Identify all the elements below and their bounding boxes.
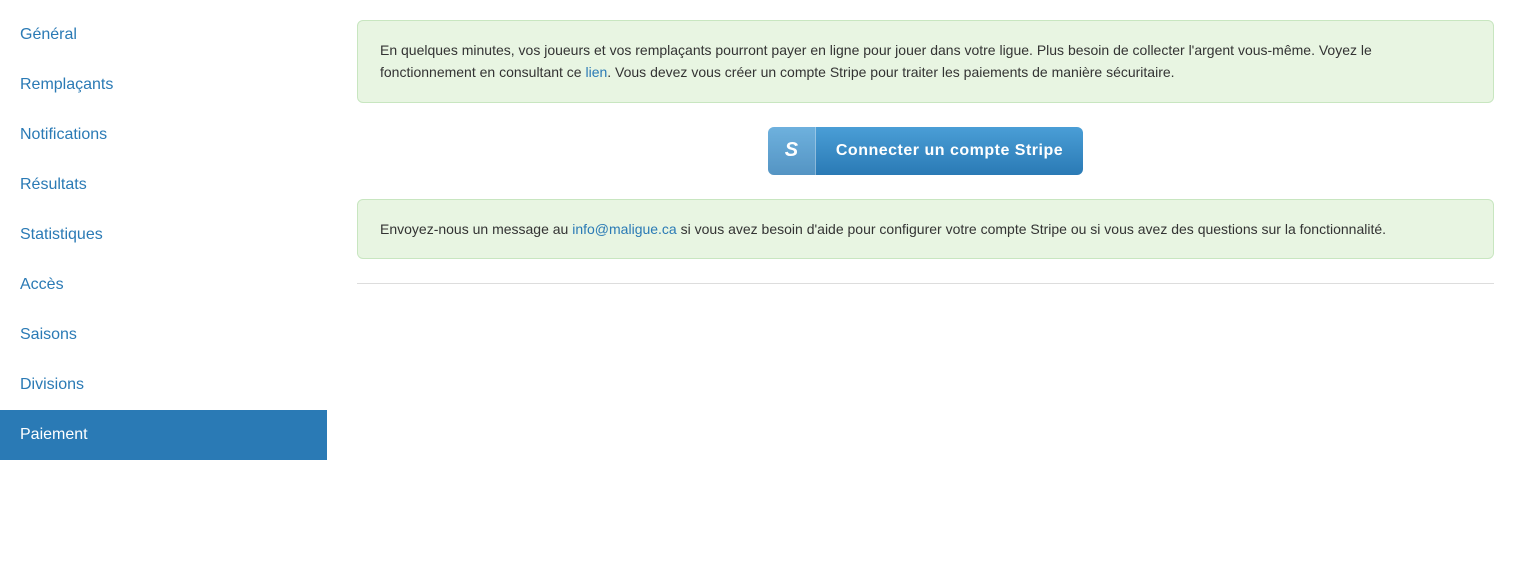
info-box-2: Envoyez-nous un message au info@maligue.… (357, 199, 1494, 259)
info-box-1: En quelques minutes, vos joueurs et vos … (357, 20, 1494, 103)
stripe-icon: S (768, 127, 816, 175)
sidebar-item-notifications[interactable]: Notifications (0, 110, 327, 160)
main-content: En quelques minutes, vos joueurs et vos … (327, 0, 1524, 576)
info-text-before-link-2: Envoyez-nous un message au (380, 221, 572, 237)
sidebar: GénéralRemplaçantsNotificationsRésultats… (0, 0, 327, 576)
stripe-button-container: S Connecter un compte Stripe (357, 127, 1494, 175)
info-text-after-link-2: si vous avez besoin d'aide pour configur… (677, 221, 1386, 237)
info-link-1[interactable]: lien (585, 64, 607, 80)
sidebar-item-remplacants[interactable]: Remplaçants (0, 60, 327, 110)
sidebar-item-divisions[interactable]: Divisions (0, 360, 327, 410)
page-divider (357, 283, 1494, 284)
sidebar-item-resultats[interactable]: Résultats (0, 160, 327, 210)
info-text-after-link-1: . Vous devez vous créer un compte Stripe… (607, 64, 1174, 80)
sidebar-item-paiement[interactable]: Paiement (0, 410, 327, 460)
sidebar-item-statistiques[interactable]: Statistiques (0, 210, 327, 260)
stripe-button-label: Connecter un compte Stripe (816, 128, 1083, 174)
sidebar-item-saisons[interactable]: Saisons (0, 310, 327, 360)
info-link-2[interactable]: info@maligue.ca (572, 221, 677, 237)
sidebar-item-acces[interactable]: Accès (0, 260, 327, 310)
sidebar-item-general[interactable]: Général (0, 10, 327, 60)
stripe-connect-button[interactable]: S Connecter un compte Stripe (768, 127, 1083, 175)
